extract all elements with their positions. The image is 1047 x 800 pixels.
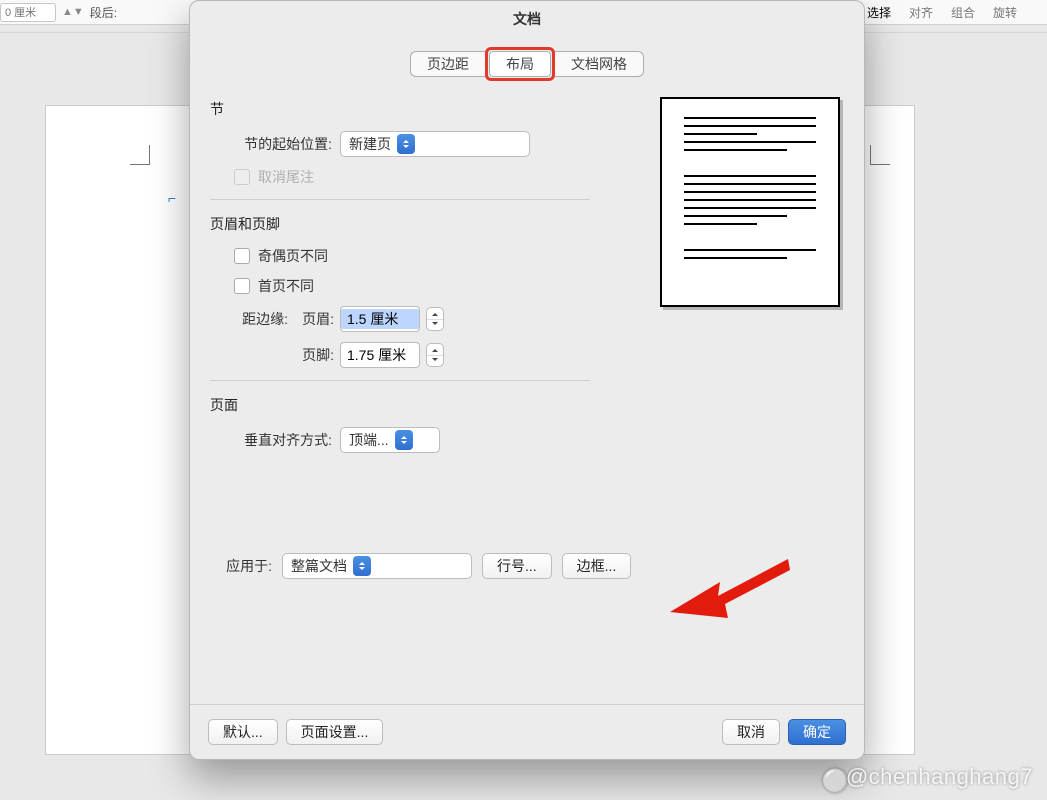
section-title-page: 页面 bbox=[210, 395, 590, 415]
text-cursor: ⌐ bbox=[168, 190, 176, 206]
suppress-endnote-row: 取消尾注 bbox=[234, 167, 590, 187]
section-title-header-footer: 页眉和页脚 bbox=[210, 214, 590, 234]
page-preview bbox=[660, 97, 840, 307]
default-button[interactable]: 默认... bbox=[208, 719, 278, 745]
footer-distance-field[interactable] bbox=[340, 342, 420, 368]
paragraph-label: 段后: bbox=[90, 4, 117, 21]
crop-mark bbox=[130, 145, 150, 165]
tab-layout[interactable]: 布局 bbox=[489, 51, 551, 77]
ok-button[interactable]: 确定 bbox=[788, 719, 846, 745]
first-page-checkbox[interactable] bbox=[234, 278, 250, 294]
odd-even-label: 奇偶页不同 bbox=[258, 246, 328, 266]
header-label: 页眉: bbox=[296, 309, 340, 329]
tab-margins[interactable]: 页边距 bbox=[410, 51, 485, 77]
crop-mark bbox=[870, 145, 890, 165]
dropdown-icon bbox=[397, 134, 415, 154]
distance-label: 距边缘: bbox=[210, 309, 296, 329]
page-setup-button[interactable]: 页面设置... bbox=[286, 719, 384, 745]
section-start-select[interactable]: 新建页 bbox=[340, 131, 530, 157]
suppress-endnote-checkbox bbox=[234, 169, 250, 185]
footer-distance-stepper[interactable] bbox=[426, 343, 444, 367]
header-distance-field[interactable] bbox=[340, 306, 420, 332]
tb-group[interactable]: 组合 bbox=[951, 4, 975, 21]
line-number-button[interactable]: 行号... bbox=[482, 553, 552, 579]
cancel-button[interactable]: 取消 bbox=[722, 719, 780, 745]
border-button[interactable]: 边框... bbox=[562, 553, 632, 579]
tab-grid[interactable]: 文档网格 bbox=[555, 51, 644, 77]
first-page-label: 首页不同 bbox=[258, 276, 314, 296]
tb-align[interactable]: 对齐 bbox=[909, 4, 933, 21]
tb-rotate[interactable]: 旋转 bbox=[993, 4, 1017, 21]
section-title-section: 节 bbox=[210, 99, 590, 119]
odd-even-checkbox[interactable] bbox=[234, 248, 250, 264]
dialog-title: 文档 bbox=[190, 1, 864, 37]
tb-select[interactable]: 选择 bbox=[867, 4, 891, 21]
dropdown-icon bbox=[395, 430, 413, 450]
section-start-label: 节的起始位置: bbox=[210, 134, 340, 154]
indent-input[interactable]: 0 厘米 bbox=[0, 3, 56, 22]
dialog-tabs: 页边距 布局 文档网格 bbox=[210, 37, 844, 95]
watermark: @chenhanghang7 bbox=[822, 764, 1033, 790]
valign-select[interactable]: 顶端... bbox=[340, 427, 440, 453]
valign-label: 垂直对齐方式: bbox=[210, 430, 340, 450]
footer-label: 页脚: bbox=[296, 345, 340, 365]
document-dialog: 文档 页边距 布局 文档网格 节 bbox=[189, 0, 865, 760]
apply-to-label: 应用于: bbox=[210, 556, 272, 576]
dropdown-icon bbox=[353, 556, 371, 576]
header-distance-stepper[interactable] bbox=[426, 307, 444, 331]
apply-to-select[interactable]: 整篇文档 bbox=[282, 553, 472, 579]
paw-icon bbox=[822, 768, 842, 788]
header-distance-input[interactable] bbox=[341, 309, 419, 329]
footer-distance-input[interactable] bbox=[341, 345, 419, 365]
